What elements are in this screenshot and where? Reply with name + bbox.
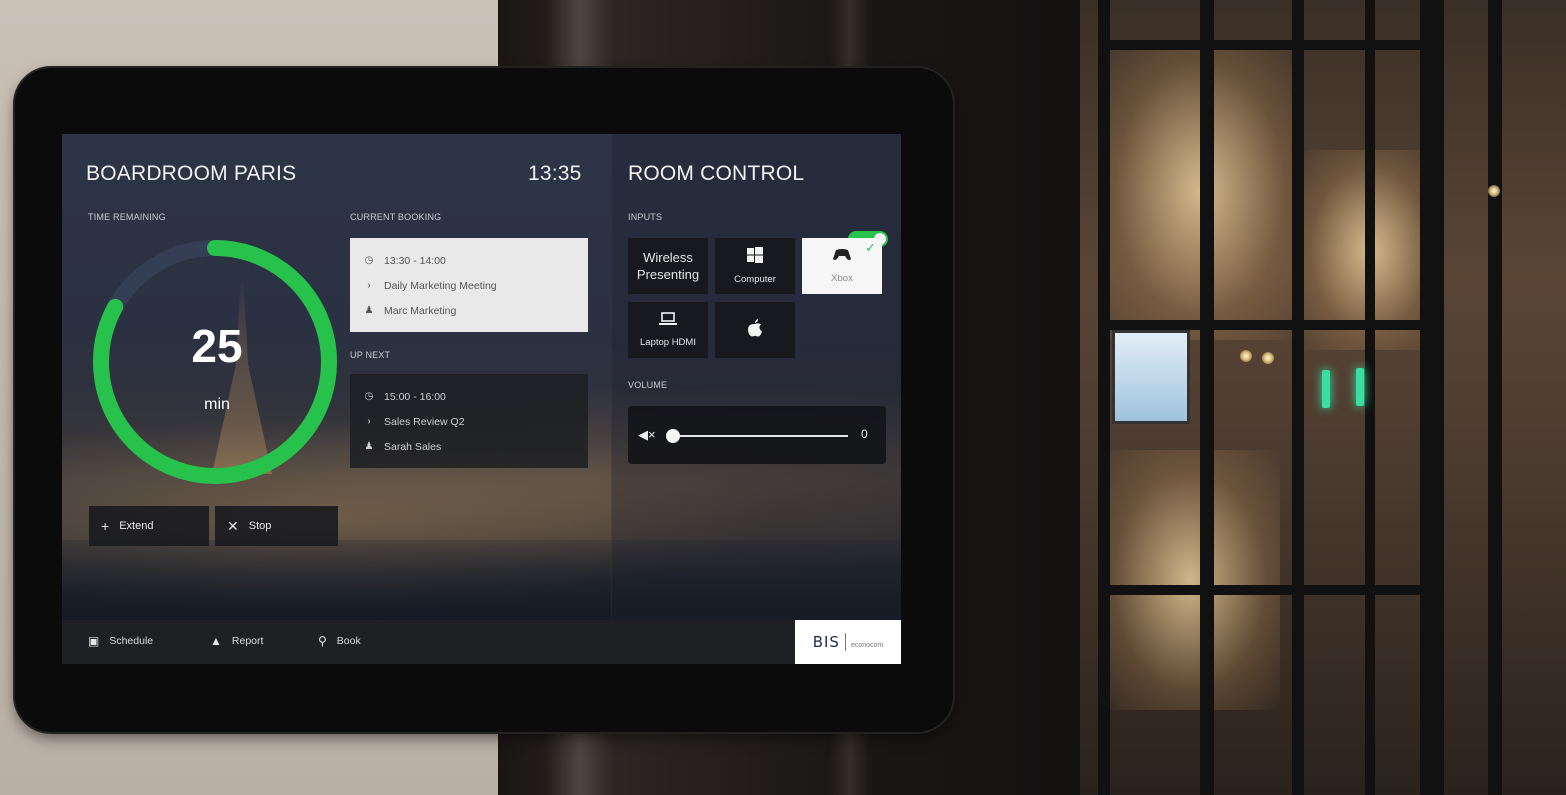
book-button[interactable]: ⚲ Book	[318, 634, 361, 648]
window-frame	[1365, 0, 1375, 795]
door-indicator	[1322, 370, 1330, 408]
room-control-panel	[611, 134, 901, 620]
up-next-label: UP NEXT	[350, 350, 391, 360]
bis-econocom-logo: BIS econocom	[795, 620, 901, 664]
up-next-organizer: Sarah Sales	[384, 440, 442, 453]
book-label: Book	[336, 635, 361, 647]
laptop-hdmi-label: Laptop HDMI	[640, 337, 696, 348]
report-label: Report	[231, 635, 264, 647]
booking-organizer-row: ♟ Sarah Sales	[364, 434, 574, 459]
ceiling-light	[1488, 185, 1500, 197]
booking-time-row: ◷ 13:30 - 14:00	[364, 248, 574, 273]
window-frame	[1098, 0, 1110, 795]
volume-label: VOLUME	[628, 380, 668, 390]
search-icon: ⚲	[318, 634, 327, 648]
window-frame	[1292, 0, 1304, 795]
window-frame	[1200, 0, 1214, 795]
extend-button[interactable]: + Extend	[89, 506, 209, 546]
warning-icon: ▲	[210, 634, 222, 648]
input-wireless-presenting[interactable]: Wireless Presenting	[628, 238, 708, 294]
schedule-label: Schedule	[109, 635, 154, 647]
chevron-right-icon: ›	[367, 280, 371, 291]
volume-slider-handle[interactable]	[666, 429, 680, 443]
time-remaining-value: 25	[191, 320, 243, 372]
input-laptop-hdmi[interactable]: Laptop HDMI	[628, 302, 708, 358]
window-light	[1100, 450, 1280, 710]
room-control-title: ROOM CONTROL	[628, 162, 805, 185]
volume-value: 0	[861, 427, 868, 441]
booking-organizer-row: ♟ Marc Marketing	[364, 298, 574, 323]
time-remaining-label: TIME REMAINING	[88, 212, 166, 222]
window-frame	[1098, 320, 1428, 330]
ceiling-light	[1262, 352, 1274, 364]
apple-icon	[746, 318, 764, 343]
clock-icon: ◷	[364, 255, 374, 266]
stop-button[interactable]: ✕ Stop	[215, 506, 338, 546]
booking-time-row: ◷ 15:00 - 16:00	[364, 384, 574, 409]
current-booking-organizer: Marc Marketing	[384, 304, 457, 317]
input-xbox[interactable]: ✓ Xbox	[802, 238, 882, 294]
window-frame	[1098, 585, 1428, 595]
current-booking-card[interactable]: ◷ 13:30 - 14:00 › Daily Marketing Meetin…	[350, 238, 588, 332]
check-icon: ✓	[865, 240, 876, 255]
door-indicator	[1356, 368, 1364, 406]
window-frame	[1098, 40, 1428, 50]
time-remaining-unit: min	[204, 396, 230, 413]
current-booking-label: CURRENT BOOKING	[350, 212, 442, 222]
stop-label: Stop	[248, 520, 272, 532]
logo-primary: BIS	[812, 633, 840, 651]
close-icon: ✕	[227, 517, 239, 534]
mute-icon[interactable]: ◀×	[638, 427, 656, 443]
clock-icon: ◷	[364, 391, 374, 402]
room-panel-screen: BOARDROOM PARIS 13:35 TIME REMAINING 25 …	[62, 134, 901, 664]
windows-icon	[747, 247, 763, 268]
current-booking-time: 13:30 - 14:00	[384, 254, 446, 267]
report-button[interactable]: ▲ Report	[210, 634, 263, 648]
gamepad-icon	[832, 248, 852, 267]
volume-slider-track[interactable]	[673, 435, 848, 437]
up-next-card[interactable]: ◷ 15:00 - 16:00 › Sales Review Q2 ♟ Sara…	[350, 374, 588, 468]
inputs-label: INPUTS	[628, 212, 663, 222]
booking-title-row: › Sales Review Q2	[364, 409, 574, 434]
tablet-device: BOARDROOM PARIS 13:35 TIME REMAINING 25 …	[15, 68, 953, 732]
footer-bar: ▣ Schedule ▲ Report ⚲ Book BIS econocom	[62, 620, 901, 664]
calendar-icon: ▣	[88, 634, 100, 648]
volume-control: ◀× 0	[628, 406, 886, 464]
person-icon: ♟	[364, 441, 374, 452]
window-frame	[1420, 0, 1444, 795]
up-next-title: Sales Review Q2	[384, 415, 465, 428]
laptop-icon	[659, 312, 677, 331]
logo-secondary: econocom	[850, 641, 884, 649]
logo-divider	[844, 633, 846, 651]
room-name: BOARDROOM PARIS	[86, 162, 297, 185]
window-frame	[1488, 0, 1502, 795]
input-apple[interactable]	[715, 302, 795, 358]
up-next-time: 15:00 - 16:00	[384, 390, 446, 403]
wireless-presenting-label: Wireless Presenting	[636, 250, 700, 282]
ceiling-light	[1240, 350, 1252, 362]
chevron-right-icon: ›	[367, 416, 371, 427]
plus-icon: +	[101, 518, 110, 534]
xbox-label: Xbox	[831, 273, 853, 284]
wall-monitor	[1112, 330, 1190, 424]
current-booking-title: Daily Marketing Meeting	[384, 279, 497, 292]
computer-label: Computer	[734, 274, 776, 285]
input-computer[interactable]: Computer	[715, 238, 795, 294]
person-icon: ♟	[364, 305, 374, 316]
clock: 13:35	[528, 162, 582, 185]
schedule-button[interactable]: ▣ Schedule	[88, 634, 153, 648]
extend-label: Extend	[119, 520, 154, 532]
booking-title-row: › Daily Marketing Meeting	[364, 273, 574, 298]
